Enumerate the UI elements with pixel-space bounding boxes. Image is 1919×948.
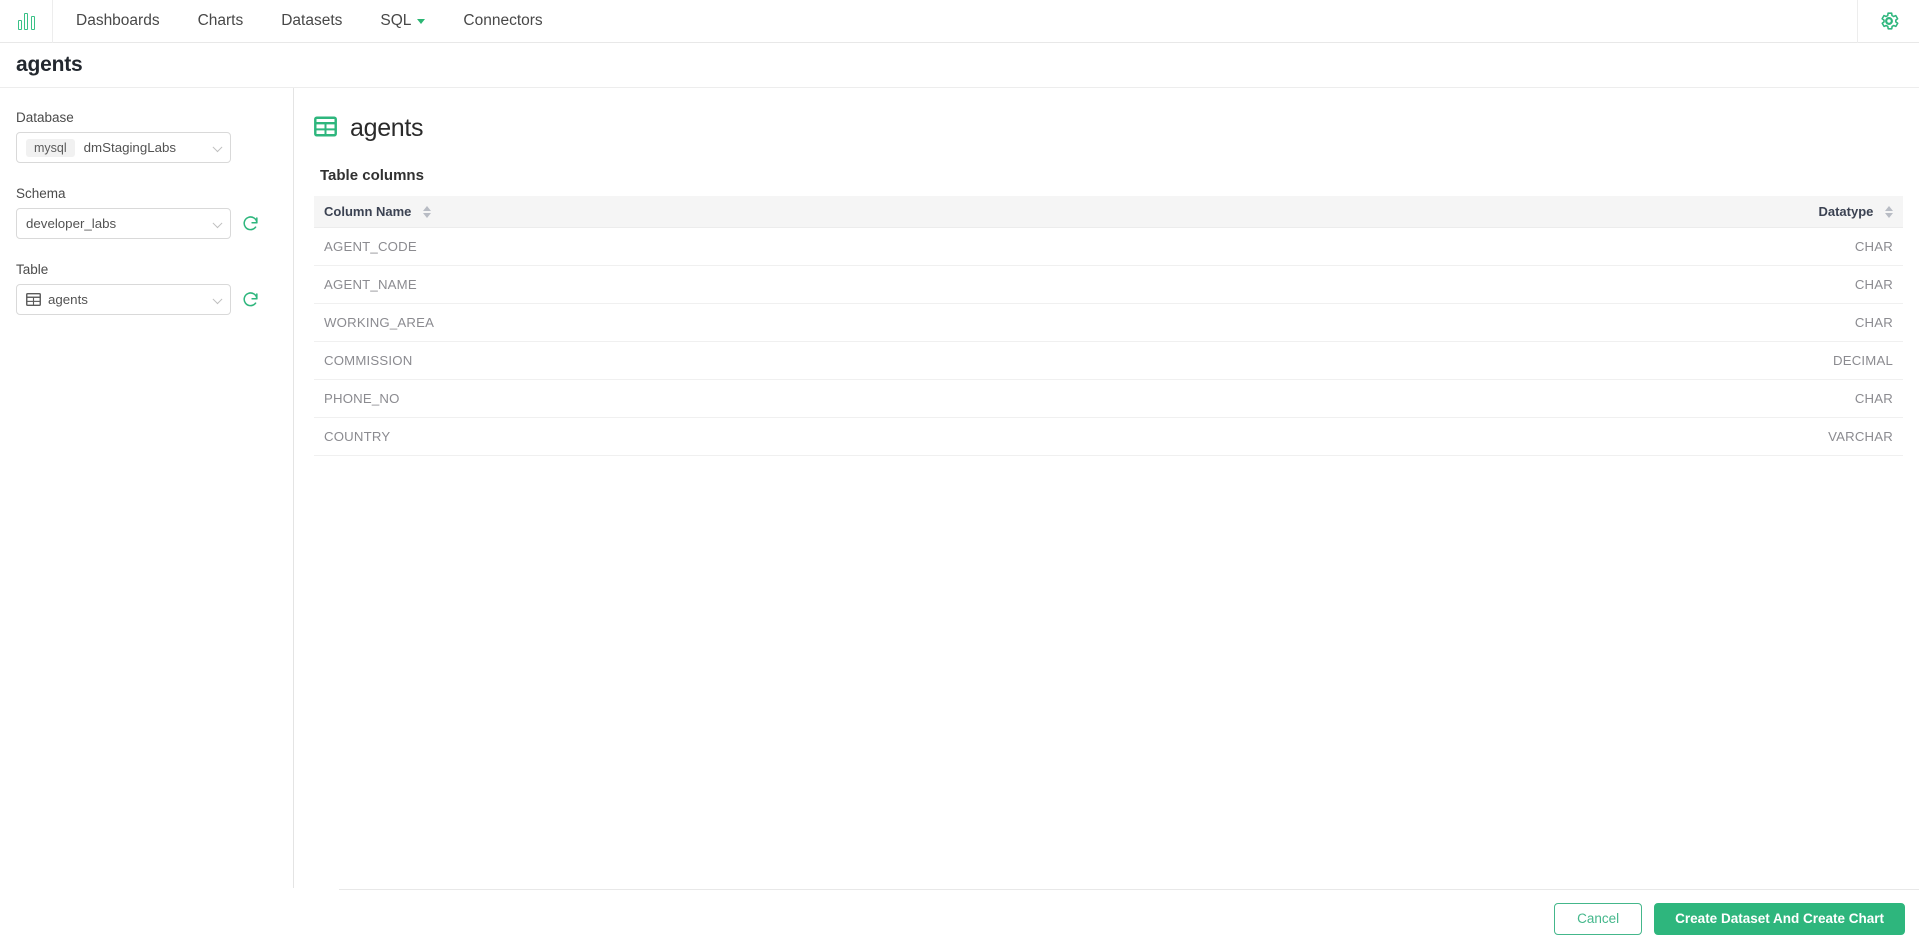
schema-label: Schema — [16, 186, 66, 201]
table-value: agents — [48, 292, 88, 307]
cell-datatype: VARCHAR — [1108, 417, 1903, 456]
table-row: WORKING_AREA CHAR — [314, 303, 1903, 342]
database-label: Database — [16, 110, 74, 125]
nav-label-datasets: Datasets — [281, 12, 343, 29]
cell-datatype: CHAR — [1108, 303, 1903, 342]
cell-column-name: COMMISSION — [314, 341, 1109, 380]
nav-label-sql: SQL — [380, 12, 412, 29]
table-select[interactable]: agents — [16, 284, 231, 315]
sort-carets-icon[interactable] — [423, 206, 432, 219]
top-navbar: Dashboards Charts Datasets SQL Connector… — [0, 0, 1919, 43]
nav-item-datasets[interactable]: Datasets — [262, 0, 361, 43]
cell-column-name: COUNTRY — [314, 417, 1109, 456]
schema-refresh-button[interactable] — [241, 214, 260, 233]
dataset-source-panel: Database mysql dmStagingLabs Schema deve… — [0, 88, 294, 888]
nav-label-connectors: Connectors — [463, 12, 543, 29]
table-head: Column Name Datatype — [314, 196, 1903, 228]
column-header-label: Column Name — [324, 203, 412, 219]
database-select-row: mysql dmStagingLabs — [16, 132, 277, 163]
bar-chart-logo-icon — [17, 12, 35, 30]
chevron-down-icon — [212, 141, 223, 152]
cell-column-name: AGENT_CODE — [314, 227, 1109, 266]
cancel-button[interactable]: Cancel — [1554, 902, 1643, 935]
column-header-label: Datatype — [1818, 203, 1874, 219]
dataset-preview-panel: agents Table columns Column Name Datatyp… — [294, 88, 1919, 888]
cell-column-name: PHONE_NO — [314, 379, 1109, 418]
table-row: COUNTRY VARCHAR — [314, 417, 1903, 456]
table-select-row: agents — [16, 284, 277, 315]
footer-actions: Cancel Create Dataset And Create Chart — [339, 889, 1919, 947]
superset-logo[interactable] — [0, 0, 53, 43]
dataset-header: agents — [314, 114, 1903, 143]
database-value: dmStagingLabs — [83, 140, 177, 155]
nav-menu: Dashboards Charts Datasets SQL Connector… — [53, 0, 562, 43]
table-row: PHONE_NO CHAR — [314, 379, 1903, 418]
chevron-down-icon — [417, 18, 426, 24]
table-icon — [26, 292, 41, 307]
database-field: Database mysql dmStagingLabs — [16, 110, 277, 163]
settings-button[interactable] — [1857, 0, 1919, 43]
table-label: Table — [16, 262, 49, 277]
page-title: agents — [16, 53, 83, 76]
dataset-name: agents — [350, 114, 424, 142]
nav-item-sql[interactable]: SQL — [361, 0, 444, 43]
cell-column-name: WORKING_AREA — [314, 303, 1109, 342]
nav-item-dashboards[interactable]: Dashboards — [57, 0, 179, 43]
nav-item-connectors[interactable]: Connectors — [444, 0, 561, 43]
table-columns-table: Column Name Datatype AGENT_CODE CHAR AGE… — [314, 196, 1903, 456]
cell-datatype: DECIMAL — [1108, 341, 1903, 380]
cell-datatype: CHAR — [1108, 379, 1903, 418]
cell-column-name: AGENT_NAME — [314, 265, 1109, 304]
create-dataset-and-chart-button[interactable]: Create Dataset And Create Chart — [1654, 902, 1905, 935]
page-body: Database mysql dmStagingLabs Schema deve… — [0, 88, 1919, 947]
schema-value: developer_labs — [26, 216, 117, 231]
sort-carets-icon[interactable] — [1885, 206, 1893, 219]
schema-field: Schema developer_labs — [16, 186, 277, 239]
table-refresh-button[interactable] — [241, 290, 260, 309]
schema-select[interactable]: developer_labs — [16, 208, 231, 239]
column-header-column-name[interactable]: Column Name — [314, 196, 1109, 228]
database-select[interactable]: mysql dmStagingLabs — [16, 132, 231, 163]
table-icon — [314, 115, 337, 143]
page-title-bar: agents — [0, 43, 1919, 88]
table-body: AGENT_CODE CHAR AGENT_NAME CHAR WORKING_… — [314, 227, 1903, 456]
cell-datatype: CHAR — [1108, 227, 1903, 266]
schema-select-row: developer_labs — [16, 208, 277, 239]
table-field: Table agents — [16, 262, 277, 315]
refresh-icon — [243, 216, 258, 231]
table-row: AGENT_CODE CHAR — [314, 227, 1903, 266]
table-row: COMMISSION DECIMAL — [314, 341, 1903, 380]
table-columns-label: Table columns — [320, 167, 424, 184]
nav-item-charts[interactable]: Charts — [179, 0, 263, 43]
gear-icon — [1880, 12, 1898, 30]
refresh-icon — [243, 292, 258, 307]
chevron-down-icon — [212, 217, 223, 228]
table-header-row: Column Name Datatype — [314, 196, 1903, 228]
column-header-datatype[interactable]: Datatype — [1108, 196, 1903, 228]
nav-label-dashboards: Dashboards — [76, 12, 160, 29]
cell-datatype: CHAR — [1108, 265, 1903, 304]
nav-label-charts: Charts — [197, 12, 244, 29]
chevron-down-icon — [212, 293, 223, 304]
database-engine-chip: mysql — [26, 138, 75, 157]
table-row: AGENT_NAME CHAR — [314, 265, 1903, 304]
